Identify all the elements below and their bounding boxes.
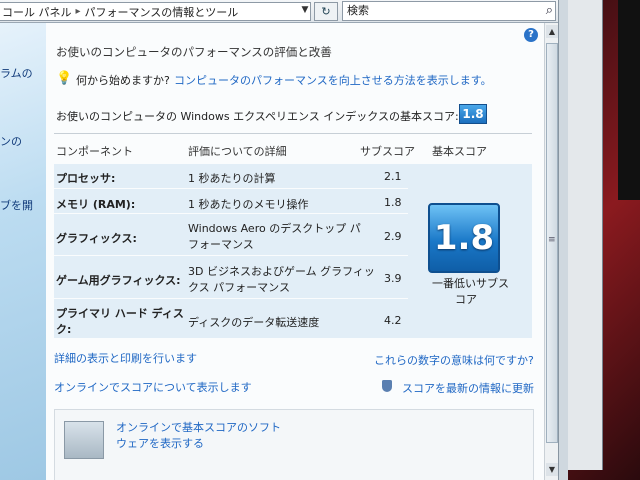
row-disk-label-1: プライマリ ハード ディス: [56, 307, 184, 320]
task-link-3[interactable]: ブを開: [0, 197, 33, 213]
vertical-scrollbar[interactable]: ▲ ≡ ▼: [544, 23, 559, 480]
row-gaming-graphics-details-2: クス パフォーマンス: [188, 281, 290, 294]
search-icon[interactable]: ⌕: [546, 2, 553, 20]
address-bar[interactable]: コール パネル ▸ パフォーマンスの情報とツール: [0, 2, 311, 21]
row-disk-details: ディスクのデータ転送速度: [188, 316, 320, 329]
task-link-2[interactable]: ンの: [0, 133, 22, 149]
row-graphics-subscore: 2.9: [384, 230, 402, 243]
base-score-badge: 1.8: [459, 104, 487, 124]
breadcrumb-separator: ▸: [75, 6, 81, 17]
page-title: お使いのコンピュータのパフォーマンスの評価と改善: [56, 45, 332, 59]
row-processor-details: 1 秒あたりの計算: [188, 172, 276, 185]
task-link-1[interactable]: ラムの: [0, 65, 33, 81]
col-component: コンポーネント: [56, 145, 133, 158]
row-gaming-graphics-label: ゲーム用グラフィックス:: [56, 274, 181, 287]
row-disk-label-2: ク:: [56, 323, 72, 336]
col-subscore: サブスコア: [360, 145, 415, 158]
background-window: [568, 0, 603, 470]
row-gaming-graphics-subscore: 3.9: [384, 272, 402, 285]
software-box-text-2[interactable]: ウェアを表示する: [116, 435, 204, 451]
tip-link[interactable]: コンピュータのパフォーマンスを向上させる方法を表示します。: [174, 72, 492, 88]
lightbulb-icon: 💡: [56, 71, 73, 86]
row-memory-label: メモリ (RAM):: [56, 198, 136, 211]
refresh-icon[interactable]: ↻: [314, 2, 338, 21]
col-basescore: 基本スコア: [432, 145, 487, 158]
base-score-label: お使いのコンピュータの Windows エクスペリエンス インデックスの基本スコ…: [56, 110, 459, 123]
row-graphics-details-1: Windows Aero のデスクトップ パ: [188, 222, 361, 235]
details-print-link[interactable]: 詳細の表示と印刷を行います: [54, 350, 197, 366]
scroll-grip-icon: ≡: [548, 235, 556, 245]
row-disk-subscore: 4.2: [384, 314, 402, 327]
row-graphics-label: グラフィックス:: [56, 232, 137, 245]
scroll-up-icon[interactable]: ▲: [546, 25, 558, 38]
address-toolbar: コール パネル ▸ パフォーマンスの情報とツール ▼ ↻ 検索 ⌕: [0, 0, 562, 23]
main-content: ? お使いのコンピュータのパフォーマンスの評価と改善 💡 何から始めますか? コ…: [46, 23, 544, 480]
divider: [54, 133, 532, 134]
breadcrumb-performance[interactable]: パフォーマンスの情報とツール: [83, 4, 241, 20]
software-box-icon: [64, 421, 104, 459]
tip-prefix: 何から始めますか?: [76, 74, 170, 87]
row-divider: [54, 298, 408, 299]
breadcrumb-control-panel[interactable]: コール パネル: [0, 4, 74, 20]
row-graphics-details-2: フォーマンス: [188, 238, 254, 251]
row-memory-details: 1 秒あたりのメモリ操作: [188, 198, 309, 211]
row-divider: [54, 213, 408, 214]
score-meaning-link[interactable]: これらの数字の意味は何ですか?: [374, 352, 534, 368]
base-score-tile: 1.8: [428, 203, 500, 273]
row-gaming-graphics-details-1: 3D ビジネスおよびゲーム グラフィッ: [188, 265, 375, 278]
sidebar-gadget: [618, 0, 640, 200]
scroll-down-icon[interactable]: ▼: [546, 463, 558, 476]
online-score-link[interactable]: オンラインでスコアについて表示します: [54, 379, 252, 395]
software-box-text-1[interactable]: オンラインで基本スコアのソフト: [116, 419, 281, 435]
shield-icon: [382, 380, 392, 392]
row-processor-subscore: 2.1: [384, 170, 402, 183]
search-placeholder: 検索: [347, 4, 369, 17]
big-score-caption-1: 一番低いサブス: [432, 277, 509, 290]
row-processor-label: プロセッサ:: [56, 172, 116, 185]
row-memory-subscore: 1.8: [384, 196, 402, 209]
address-dropdown-icon[interactable]: ▼: [298, 2, 312, 19]
update-score-link[interactable]: スコアを最新の情報に更新: [402, 380, 534, 396]
task-pane: ラムの ンの ブを開: [0, 23, 46, 480]
row-divider: [54, 188, 408, 189]
big-score-caption-2: コア: [455, 293, 477, 306]
help-icon[interactable]: ?: [524, 28, 538, 42]
search-input[interactable]: 検索 ⌕: [342, 1, 556, 21]
row-divider: [54, 255, 408, 256]
col-details: 評価についての詳細: [188, 145, 287, 158]
